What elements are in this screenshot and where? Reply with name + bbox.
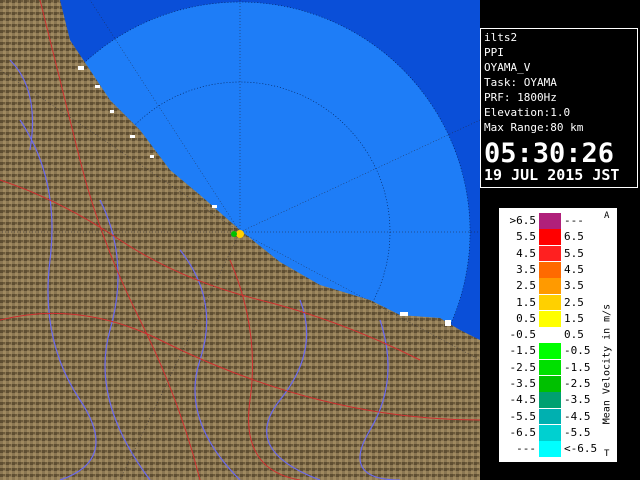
info-line-max-range: Max Range:80 km <box>484 121 584 134</box>
info-line-elevation: Elevation:1.0 <box>484 106 571 119</box>
legend-color-swatch <box>539 343 561 360</box>
legend-color-swatch <box>539 424 561 441</box>
legend-color-swatch <box>539 245 561 262</box>
legend-color-swatch <box>539 359 561 376</box>
radar-site-icon <box>236 230 244 238</box>
info-line-prf: PRF: 1800Hz <box>484 91 557 104</box>
legend-color-swatch <box>539 294 561 311</box>
legend-high-value: -2.5 <box>564 377 591 390</box>
legend-low-value: --- <box>516 442 536 456</box>
legend-high-value: --- <box>564 214 584 227</box>
legend-color-swatch <box>539 278 561 294</box>
legend-color-swatch <box>539 327 561 343</box>
legend-color-swatch <box>539 229 561 246</box>
legend-high-value: 2.5 <box>564 295 584 309</box>
info-line-task: Task: OYAMA <box>484 76 557 89</box>
info-line-product: ilts2 <box>484 31 518 44</box>
observation-date: 19 JUL 2015 JST <box>484 166 620 184</box>
legend-low-value: -6.5 <box>509 425 537 439</box>
radar-map[interactable] <box>0 0 480 480</box>
legend-low-value: -5.5 <box>509 409 537 423</box>
legend-color-swatch <box>539 376 561 392</box>
legend-color-swatch <box>539 310 561 327</box>
legend-row: 4.5 5.5 <box>500 245 618 262</box>
velocity-legend: >6.5 --- 5.5 6.5 4.5 5.5 3.5 4.5 2.5 3.5 1.5 2.5 0.5… <box>499 208 617 462</box>
legend-low-value: 2.5 <box>516 279 536 293</box>
legend-high-value: -0.5 <box>564 344 591 358</box>
radar-site-echo <box>231 231 237 237</box>
info-line-scan-type: PPI <box>484 46 504 59</box>
legend-color-swatch <box>539 261 561 278</box>
legend-high-value: -1.5 <box>564 360 591 374</box>
legend-high-value: 1.5 <box>564 311 584 325</box>
legend-corner-bottom: T <box>604 449 610 459</box>
legend-low-value: -3.5 <box>509 377 537 390</box>
legend-title: Mean Velocity in m/s <box>601 303 613 425</box>
legend-row: 5.5 6.5 <box>500 229 618 246</box>
legend-high-value: 4.5 <box>564 262 584 276</box>
legend-low-value: 5.5 <box>516 230 536 244</box>
legend-high-value: -4.5 <box>564 409 591 423</box>
legend-color-swatch <box>539 213 561 229</box>
legend-high-value: 5.5 <box>564 246 584 260</box>
legend-color-swatch <box>539 392 561 409</box>
legend-high-value: -5.5 <box>564 425 591 439</box>
legend-color-swatch <box>539 441 561 457</box>
radar-map-canvas <box>0 0 480 480</box>
legend-low-value: 1.5 <box>516 295 536 309</box>
legend-high-value: 3.5 <box>564 279 584 293</box>
legend-low-value: -4.5 <box>509 393 537 407</box>
legend-low-value: -0.5 <box>509 328 537 342</box>
legend-high-value: -3.5 <box>564 393 591 407</box>
legend-row: >6.5 --- <box>500 213 618 229</box>
legend-low-value: 4.5 <box>516 246 536 260</box>
legend-high-value: <-6.5 <box>564 442 598 456</box>
observation-time: 05:30:26 <box>484 138 615 169</box>
legend-color-swatch <box>539 408 561 425</box>
legend-low-value: -2.5 <box>509 360 537 374</box>
legend-low-value: 0.5 <box>516 311 536 325</box>
legend-low-value: -1.5 <box>509 344 537 358</box>
legend-high-value: 6.5 <box>564 230 584 244</box>
legend-high-value: 0.5 <box>564 328 584 342</box>
legend-corner-top: A <box>604 211 610 221</box>
legend-low-value: 3.5 <box>516 262 536 276</box>
info-box: ilts2 PPI OYAMA_V Task: OYAMA PRF: 1800H… <box>480 28 638 188</box>
info-line-radar: OYAMA_V <box>484 61 531 74</box>
legend-low-value: >6.5 <box>509 214 537 227</box>
